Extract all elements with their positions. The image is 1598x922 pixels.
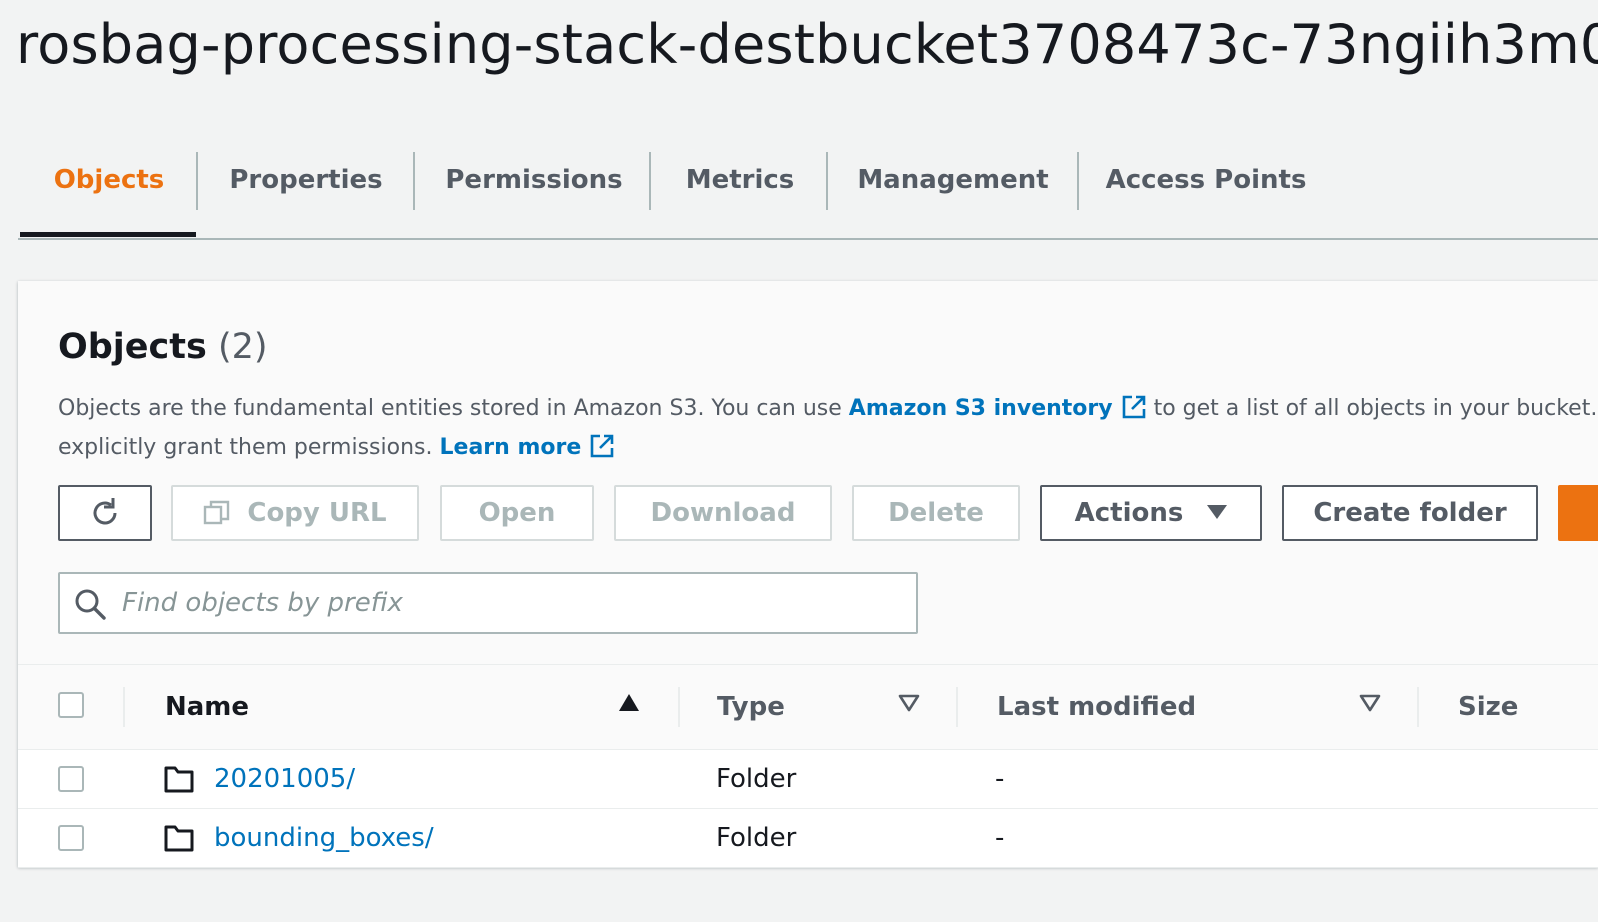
description-text: explicitly grant them permissions.	[58, 435, 440, 460]
learn-more-link[interactable]: Learn more	[440, 435, 582, 460]
caret-down-icon	[1207, 505, 1228, 521]
delete-button[interactable]: Delete	[852, 485, 1020, 541]
objects-panel: Objects (2) Objects are the fundamental …	[18, 281, 1598, 868]
external-link-icon[interactable]	[589, 433, 615, 459]
column-header-size[interactable]: Size	[1458, 665, 1518, 749]
select-all-checkbox[interactable]	[58, 692, 84, 718]
objects-description: Objects are the fundamental entities sto…	[58, 389, 1598, 467]
tab-access-points[interactable]: Access Points	[1106, 148, 1307, 212]
refresh-icon	[93, 498, 117, 525]
page-title: rosbag-processing-stack-destbucket370847…	[16, 13, 1598, 76]
sort-ascending-icon[interactable]	[618, 693, 640, 713]
tab-metrics[interactable]: Metrics	[678, 148, 802, 212]
upload-button[interactable]	[1558, 485, 1598, 541]
tab-management[interactable]: Management	[857, 148, 1048, 212]
tab-properties[interactable]: Properties	[216, 148, 396, 212]
object-last-modified: -	[995, 764, 1005, 794]
folder-icon	[164, 825, 194, 852]
create-folder-button[interactable]: Create folder	[1282, 485, 1538, 541]
search-input[interactable]	[120, 582, 884, 624]
column-separator	[678, 687, 680, 727]
s3-inventory-link[interactable]: Amazon S3 inventory	[849, 396, 1113, 421]
object-last-modified: -	[995, 823, 1005, 853]
tab-separator	[413, 152, 415, 210]
row-checkbox[interactable]	[58, 766, 84, 792]
tab-bar: Objects Properties Permissions Metrics M…	[18, 148, 1598, 240]
external-link-icon[interactable]	[1121, 394, 1147, 420]
actions-dropdown[interactable]: Actions	[1040, 485, 1262, 541]
column-separator	[1417, 687, 1419, 727]
copy-url-button[interactable]: Copy URL	[171, 485, 419, 541]
refresh-button[interactable]	[58, 485, 152, 541]
object-type: Folder	[716, 823, 797, 853]
actions-label: Actions	[1074, 498, 1184, 528]
tab-permissions[interactable]: Permissions	[432, 148, 636, 212]
tab-separator	[1077, 152, 1079, 210]
sort-icon[interactable]	[1359, 693, 1381, 713]
tab-separator	[649, 152, 651, 210]
table-row: bounding_boxes/ Folder -	[18, 809, 1598, 868]
open-button[interactable]: Open	[440, 485, 594, 541]
object-name-link[interactable]: bounding_boxes/	[214, 823, 434, 853]
column-separator	[123, 687, 125, 727]
folder-icon	[164, 766, 194, 793]
objects-heading: Objects (2)	[58, 327, 268, 367]
tab-separator	[826, 152, 828, 210]
objects-count: (2)	[218, 327, 268, 367]
search-box	[58, 572, 918, 634]
tab-separator	[196, 152, 198, 210]
description-text: Objects are the fundamental entities sto…	[58, 396, 849, 421]
description-text: to get a list of all objects in your buc…	[1146, 396, 1598, 421]
sort-icon[interactable]	[898, 693, 920, 713]
object-type: Folder	[716, 764, 797, 794]
row-checkbox[interactable]	[58, 825, 84, 851]
column-header-name[interactable]: Name	[165, 665, 249, 749]
copy-url-label: Copy URL	[247, 498, 387, 528]
column-separator	[956, 687, 958, 727]
table-header: Name Type Last modified Size	[18, 665, 1598, 750]
objects-heading-label: Objects	[58, 327, 207, 367]
table-row: 20201005/ Folder -	[18, 750, 1598, 809]
copy-icon	[203, 499, 231, 527]
object-name-link[interactable]: 20201005/	[214, 764, 355, 794]
active-tab-indicator	[20, 232, 196, 237]
tab-objects[interactable]: Objects	[38, 148, 180, 212]
download-button[interactable]: Download	[614, 485, 832, 541]
column-header-last-modified[interactable]: Last modified	[997, 665, 1196, 749]
column-header-type[interactable]: Type	[717, 665, 785, 749]
search-icon	[75, 589, 106, 620]
